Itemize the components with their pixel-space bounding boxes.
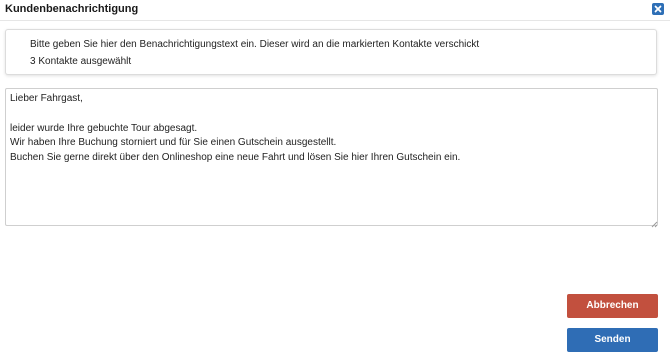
instruction-text: Bitte geben Sie hier den Benachrichtigun… [30, 39, 480, 50]
cancel-button[interactable]: Abbrechen [567, 294, 658, 318]
info-panel: Bitte geben Sie hier den Benachrichtigun… [5, 29, 657, 75]
close-icon [654, 5, 662, 13]
close-button[interactable] [652, 3, 664, 15]
selected-contacts-count: 3 Kontakte ausgewählt [30, 56, 132, 67]
message-textarea[interactable] [5, 88, 658, 226]
resize-grip-icon[interactable] [650, 220, 658, 228]
dialog-title: Kundenbenachrichtigung [5, 3, 139, 15]
send-button[interactable]: Senden [567, 328, 658, 352]
dialog-title-bar: Kundenbenachrichtigung [0, 0, 670, 21]
notification-dialog: Kundenbenachrichtigung Bitte geben Sie h… [0, 0, 670, 361]
